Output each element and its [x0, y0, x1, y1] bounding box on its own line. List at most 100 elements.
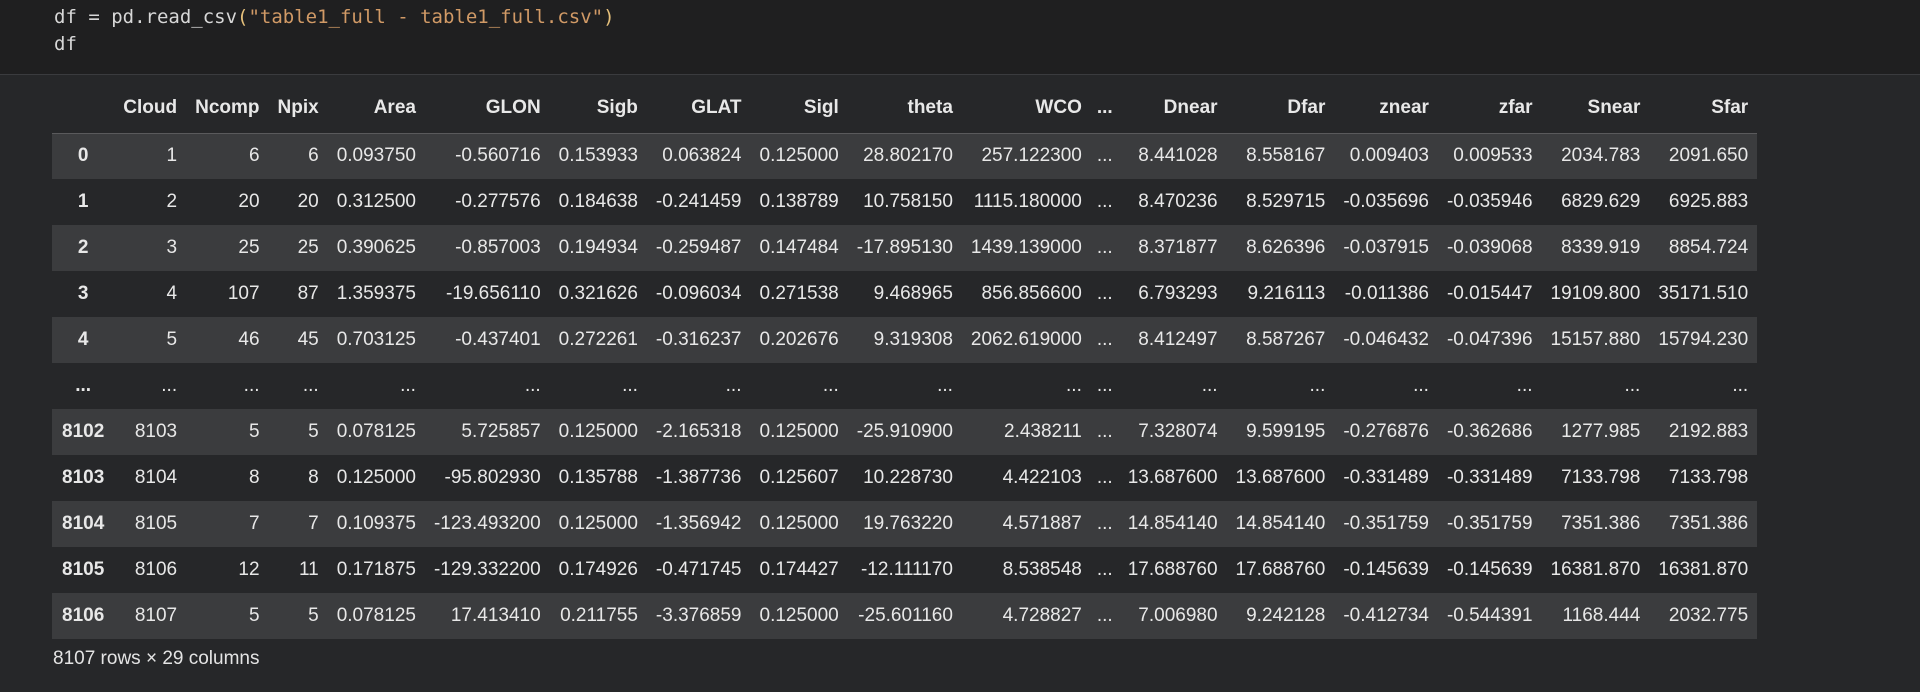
column-header: ... — [1090, 83, 1119, 134]
table-cell: -1.387736 — [655, 467, 742, 488]
table-cell: ... — [1096, 329, 1113, 350]
table-cell: -2.165318 — [655, 421, 742, 442]
table-cell: 0.078125 — [336, 421, 416, 442]
table-cell: 0.093750 — [336, 145, 416, 167]
table-cell: ... — [1096, 513, 1113, 534]
table-row: 8103 8104 8 8 0.125000 -95.802930 0.135788 -1.3… — [52, 455, 1758, 501]
table-cell: ... — [1096, 283, 1113, 304]
table-cell: ... — [1516, 375, 1533, 396]
table-cell: -0.241459 — [655, 191, 742, 212]
table-cell: 19109.800 — [1550, 283, 1641, 304]
table-cell: ... — [622, 375, 638, 396]
table-cell: 46 — [238, 329, 260, 350]
table-cell: ... — [1066, 375, 1082, 396]
table-cell: 8106 — [134, 559, 178, 580]
table-cell: 0.271538 — [759, 283, 839, 304]
table-cell: 0.272261 — [558, 329, 638, 350]
table-cell: 8.412497 — [1138, 329, 1218, 350]
column-header: Sigb — [549, 83, 647, 134]
table-cell: 8 — [308, 467, 319, 488]
table-cell: -19.656110 — [445, 283, 541, 304]
code-line-read-csv: df = pd.read_csv("table1_full - table1_f… — [54, 3, 615, 31]
column-header: Area — [327, 83, 425, 134]
column-header: Cloud — [114, 83, 187, 134]
table-cell: 0.078125 — [336, 605, 416, 626]
table-cell: 19.763220 — [863, 513, 953, 534]
table-cell: 9.599195 — [1246, 421, 1326, 442]
column-header: Npix — [268, 83, 328, 134]
row-index: ... — [75, 375, 92, 396]
table-cell: 1277.985 — [1561, 421, 1641, 442]
table-cell: ... — [400, 375, 416, 396]
table-cell: ... — [1096, 467, 1113, 488]
column-header: WCO — [961, 83, 1091, 134]
table-cell: ... — [1732, 375, 1749, 396]
table-cell: -0.471745 — [655, 559, 742, 580]
table-cell: 16381.870 — [1658, 559, 1749, 580]
table-cell: 0.153933 — [558, 145, 638, 167]
table-cell: -0.047396 — [1446, 329, 1533, 350]
table-cell: ... — [1096, 191, 1113, 212]
table-cell: 9.319308 — [873, 329, 953, 350]
header-row: Cloud Ncomp Npix Area GLON Sigb GLAT Sigl theta W… — [52, 83, 1758, 134]
table-cell: 7 — [248, 513, 260, 534]
table-cell: 17.413410 — [450, 605, 541, 626]
table-cell: ... — [1096, 237, 1113, 258]
table-cell: 7351.386 — [1668, 513, 1749, 534]
row-index: 0 — [77, 145, 89, 167]
table-cell: 5 — [248, 605, 260, 626]
table-cell: 0.390625 — [336, 237, 416, 258]
table-cell: 107 — [227, 283, 260, 304]
table-cell: 8.470236 — [1138, 191, 1218, 212]
column-header: GLON — [424, 83, 550, 134]
code-close-paren: ) — [603, 6, 615, 28]
table-cell: 35171.510 — [1658, 283, 1749, 304]
column-header: GLAT — [646, 83, 751, 134]
table-cell: -0.039068 — [1446, 237, 1533, 258]
cell-output[interactable]: Cloud Ncomp Npix Area GLON Sigb GLAT Sigl theta W… — [52, 83, 1920, 643]
column-header: Dfar — [1226, 83, 1335, 134]
table-cell: ... — [1201, 375, 1218, 396]
table-cell: 0.125000 — [759, 605, 839, 626]
table-row: 2 3 25 25 0.390625 -0.857003 0.194934 -0.259487… — [52, 225, 1758, 271]
table-cell: 14.854140 — [1235, 513, 1326, 534]
table-cell: 20 — [238, 191, 260, 212]
table-cell: 28.802170 — [863, 145, 953, 167]
table-cell: -0.351759 — [1343, 513, 1429, 534]
table-cell: -95.802930 — [444, 467, 541, 488]
table-cell: 5 — [166, 329, 178, 350]
table-cell: 7133.798 — [1561, 467, 1641, 488]
table-row: 0 1 6 6 0.093750 -0.560716 0.153933 0.063824 0.1… — [52, 133, 1758, 179]
table-cell: 0.174926 — [558, 559, 638, 580]
table-row: 1 2 20 20 0.312500 -0.277576 0.184638 -0.241459… — [52, 179, 1758, 225]
table-cell: 8 — [248, 467, 260, 488]
table-cell: 4 — [166, 283, 178, 304]
table-cell: 0.063824 — [662, 145, 742, 167]
table-cell: 12 — [238, 559, 260, 580]
table-cell: -17.895130 — [856, 237, 953, 258]
code-cell[interactable]: df = pd.read_csv("table1_full - table1_f… — [0, 0, 1920, 75]
index-header — [52, 83, 115, 134]
table-row: 4 5 46 45 0.703125 -0.437401 0.272261 -0.316237… — [52, 317, 1758, 363]
table-cell: 8.441028 — [1138, 145, 1218, 167]
table-cell: -0.412734 — [1343, 605, 1429, 626]
table-cell: 2032.775 — [1668, 605, 1749, 626]
table-cell: 11 — [298, 559, 319, 580]
table-cell: 0.125000 — [759, 513, 839, 534]
table-cell: 7133.798 — [1668, 467, 1749, 488]
table-cell: ... — [937, 375, 953, 396]
code-filename-string: "table1_full - table1_full.csv" — [248, 6, 604, 28]
code-line-df: df — [54, 33, 77, 55]
table-cell: 6 — [308, 145, 319, 167]
table-cell: ... — [1624, 375, 1641, 396]
table-cell: 1.359375 — [336, 283, 416, 304]
table-cell: 0.174427 — [759, 559, 839, 580]
table-cell: ... — [1413, 375, 1429, 396]
table-cell: ... — [243, 375, 260, 396]
table-cell: 0.125000 — [558, 421, 638, 442]
table-cell: 0.135788 — [558, 467, 638, 488]
table-cell: -0.351759 — [1446, 513, 1533, 534]
column-header: Snear — [1541, 83, 1650, 134]
table-cell: ... — [1096, 605, 1113, 626]
table-cell: 10.758150 — [863, 191, 953, 212]
